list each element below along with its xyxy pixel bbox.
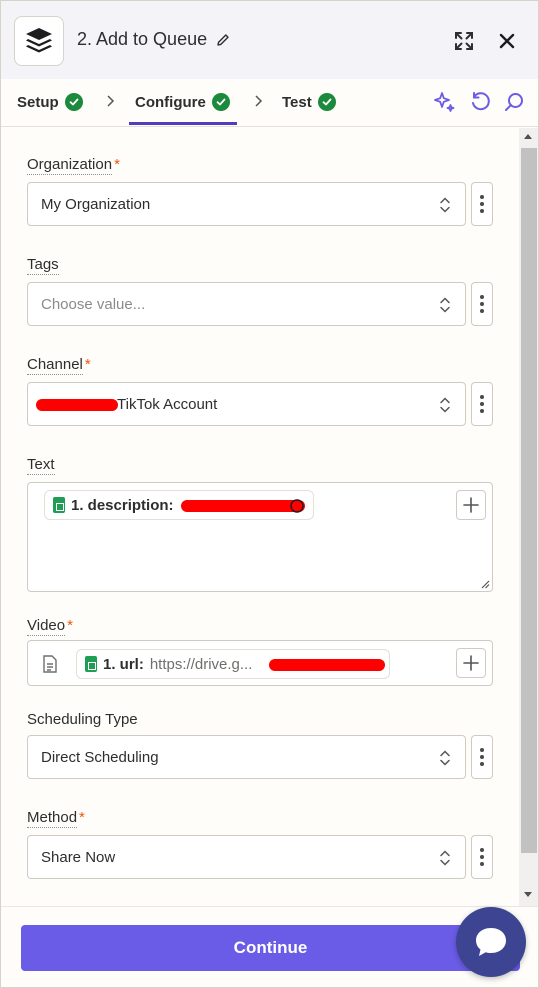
url-pill-key: 1. url: (103, 655, 144, 673)
url-pill-value: https://drive.g... (149, 655, 253, 673)
url-mapped-pill[interactable]: 1. url: https://drive.g... (76, 649, 390, 679)
scrollbar-thumb[interactable] (521, 148, 537, 853)
resize-grip-icon[interactable] (480, 579, 490, 589)
search-icon[interactable] (501, 89, 527, 115)
channel-select[interactable]: TikTok Account (27, 382, 466, 426)
tab-configure[interactable]: Configure (135, 93, 230, 111)
active-tab-indicator (129, 122, 237, 125)
text-label: Text (27, 456, 55, 475)
sparkle-icon[interactable] (431, 89, 457, 115)
scheduling-type-value: Direct Scheduling (41, 748, 159, 766)
buffer-app-icon (14, 16, 64, 66)
video-label: Video * (27, 617, 73, 636)
channel-options-kebab[interactable] (471, 382, 493, 426)
tags-placeholder: Choose value... (41, 295, 146, 313)
google-sheets-icon (85, 656, 97, 672)
scroll-up-arrow[interactable] (524, 134, 532, 139)
plus-icon (463, 655, 479, 671)
select-caret-icon (440, 750, 450, 766)
tags-select[interactable]: Choose value... (27, 282, 466, 326)
channel-value: TikTok Account (117, 395, 218, 413)
select-caret-icon (440, 850, 450, 866)
select-caret-icon (440, 397, 450, 413)
step-title-text: 2. Add to Queue (77, 29, 208, 49)
undo-icon[interactable] (467, 89, 493, 115)
pencil-icon[interactable] (215, 32, 231, 48)
continue-button[interactable]: Continue (21, 925, 520, 971)
video-field[interactable]: 1. url: https://drive.g... (27, 640, 493, 686)
tab-setup-label: Setup (17, 93, 59, 111)
method-select[interactable]: Share Now (27, 835, 466, 879)
step-panel: 2. Add to Queue Setup Configure Test Org… (0, 0, 539, 988)
tags-label: Tags (27, 256, 59, 275)
chat-bubble-icon (476, 928, 506, 956)
organization-value: My Organization (41, 195, 151, 213)
method-options-kebab[interactable] (471, 835, 493, 879)
document-icon (43, 655, 57, 673)
redaction-mark (36, 399, 118, 411)
check-circle-icon (64, 93, 83, 111)
insert-data-button[interactable] (456, 648, 486, 678)
organization-select[interactable]: My Organization (27, 182, 466, 226)
plus-icon (463, 497, 479, 513)
expand-icon[interactable] (450, 27, 478, 55)
check-circle-icon (211, 93, 230, 111)
step-title[interactable]: 2. Add to Queue (77, 29, 231, 50)
step-header: 2. Add to Queue (1, 1, 538, 79)
select-caret-icon (440, 197, 450, 213)
method-value: Share Now (41, 848, 116, 866)
description-mapped-pill[interactable]: 1. description: (44, 490, 314, 520)
scroll-down-arrow[interactable] (524, 892, 532, 897)
tab-test-label: Test (282, 93, 312, 111)
google-sheets-icon (53, 497, 65, 513)
description-pill-key: 1. description: (71, 496, 174, 514)
scheduling-type-select[interactable]: Direct Scheduling (27, 735, 466, 779)
tab-setup[interactable]: Setup (17, 93, 83, 111)
tab-configure-label: Configure (135, 93, 206, 111)
redaction-mark (269, 659, 385, 671)
select-caret-icon (440, 297, 450, 313)
redaction-mark (181, 500, 305, 512)
channel-label: Channel * (27, 356, 91, 375)
tab-test[interactable]: Test (282, 93, 336, 111)
organization-label: Organization * (27, 156, 120, 175)
chat-button[interactable] (456, 907, 526, 977)
tags-options-kebab[interactable] (471, 282, 493, 326)
insert-data-button[interactable] (456, 490, 486, 520)
circle-icon (290, 499, 304, 513)
scheduling-type-label: Scheduling Type (27, 711, 138, 728)
text-field[interactable]: 1. description: (27, 482, 493, 592)
chevron-right-icon (107, 95, 115, 107)
check-circle-icon (317, 93, 336, 111)
method-label: Method * (27, 809, 85, 828)
chevron-right-icon (255, 95, 263, 107)
organization-options-kebab[interactable] (471, 182, 493, 226)
close-icon[interactable] (493, 27, 521, 55)
scheduling-type-options-kebab[interactable] (471, 735, 493, 779)
